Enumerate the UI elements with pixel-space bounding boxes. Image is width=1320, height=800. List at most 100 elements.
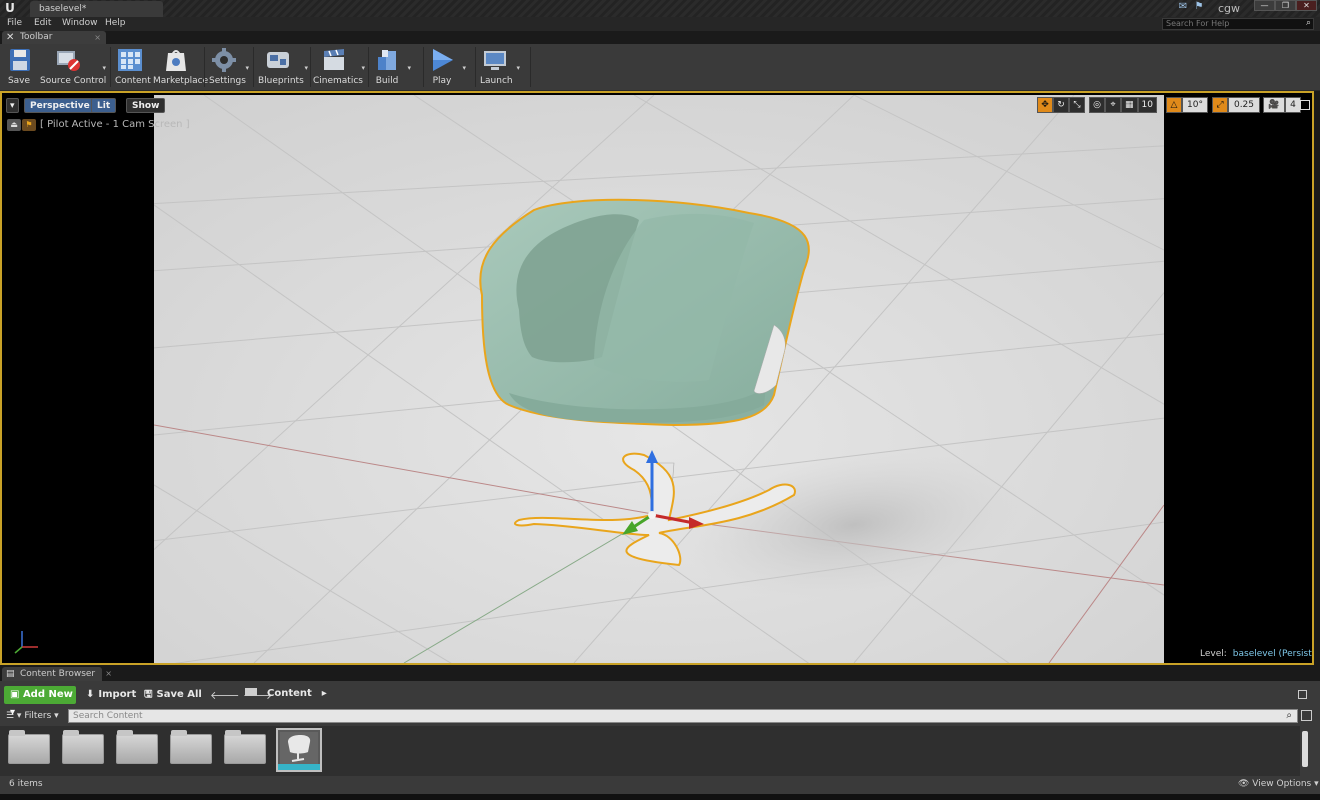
content-browser-tab-label: Content Browser (20, 669, 96, 679)
view-toggle-icon[interactable] (1301, 710, 1312, 721)
menu-help[interactable]: Help (105, 17, 126, 30)
toolbar-tab-label: Toolbar (20, 32, 53, 42)
scale-snap-value[interactable]: 0.25 (1228, 97, 1260, 113)
eye-icon: 👁 (1238, 779, 1253, 789)
level-viewport[interactable]: ▾ Perspective Lit Show ⏏ ⚑ [ Pilot Activ… (0, 91, 1314, 665)
toolbar-separator (253, 47, 254, 87)
launch-button[interactable]: Launch ▾ (480, 47, 520, 89)
folder-item[interactable] (168, 728, 214, 772)
back-arrow-icon[interactable]: 🡐 (210, 689, 240, 702)
restore-button[interactable]: ❐ (1275, 0, 1296, 11)
view-options-button[interactable]: 👁 View Options ▾ (1238, 779, 1319, 789)
save-label: Save (7, 76, 31, 86)
chevron-down-icon[interactable]: ▾ (407, 64, 411, 72)
lock-icon[interactable] (1298, 690, 1307, 699)
lit-label: Lit (97, 101, 111, 111)
menu-edit[interactable]: Edit (34, 17, 51, 30)
chevron-down-icon[interactable]: ▾ (462, 64, 466, 72)
axis-indicator-icon (14, 631, 38, 654)
pilot-status: [ Pilot Active - 1 Cam Screen ] (40, 119, 190, 130)
menu-window[interactable]: Window (62, 17, 98, 30)
camera-speed-value[interactable]: 4 (1285, 97, 1301, 113)
filters-button[interactable]: ☰ ▾ Filters ▾ (6, 708, 59, 724)
eject-pilot-icon[interactable]: ⏏ (7, 119, 21, 131)
chair-mesh-asset[interactable] (276, 728, 322, 772)
scene-render[interactable] (154, 95, 1164, 663)
viewport-options-button[interactable]: ▾ (6, 98, 19, 113)
folder-item[interactable] (114, 728, 160, 772)
lock-camera-icon[interactable]: ⚑ (22, 119, 36, 131)
rotation-snap: △ 10° (1166, 97, 1208, 113)
lit-button[interactable]: Lit (91, 98, 117, 113)
search-content-input[interactable]: Search Content ⌕ (68, 709, 1298, 723)
rotate-mode-icon[interactable]: ↻ (1053, 97, 1069, 113)
surface-snap-icon[interactable]: ⌖ (1105, 97, 1121, 113)
source-control-button[interactable]: Source Control ▾ (40, 47, 106, 89)
letterbox-right (1164, 93, 1312, 663)
toolbar-tab[interactable]: ✕ Toolbar × (2, 31, 106, 44)
content-browser-tab[interactable]: ▤ Content Browser × (2, 667, 112, 681)
grid-snap-value[interactable]: 10 (1137, 97, 1157, 113)
folder-icon (8, 730, 50, 764)
snap-tools: ◎ ⌖ ▦ 10 (1089, 97, 1157, 113)
folder-item[interactable] (60, 728, 106, 772)
scale-snap-icon[interactable]: ⤢ (1212, 97, 1228, 113)
close-button[interactable]: ✕ (1296, 0, 1317, 11)
add-new-button[interactable]: ▣ Add New ▾ (4, 686, 76, 718)
play-button[interactable]: Play ▾ (428, 47, 466, 89)
world-local-icon[interactable]: ◎ (1089, 97, 1105, 113)
chevron-down-icon[interactable]: ▾ (516, 64, 520, 72)
transform-tools: ✥ ↻ ⤡ (1037, 97, 1085, 113)
translate-mode-icon[interactable]: ✥ (1037, 97, 1053, 113)
perspective-button[interactable]: Perspective (24, 98, 96, 113)
save-button[interactable]: Save (6, 47, 32, 89)
marketplace-icon (166, 50, 186, 71)
filter-row: ☰ ▾ Filters ▾ Search Content ⌕ (0, 708, 1320, 724)
scale-mode-icon[interactable]: ⤡ (1069, 97, 1085, 113)
show-button[interactable]: Show (126, 98, 166, 113)
viewport-scene[interactable] (154, 95, 1164, 663)
search-icon[interactable]: ⌕ (1286, 710, 1292, 722)
menu-file[interactable]: File (7, 17, 22, 30)
save-all-button[interactable]: 🖫 Save All (144, 688, 202, 702)
breadcrumb-content[interactable]: Content (267, 688, 312, 699)
asset-scrollbar[interactable] (1302, 731, 1308, 767)
chevron-down-icon[interactable]: ▾ (304, 64, 308, 72)
play-label: Play (432, 76, 452, 86)
marketplace-button[interactable]: Marketplace (153, 47, 208, 89)
settings-button[interactable]: Settings ▾ (209, 47, 249, 89)
folder-item[interactable] (222, 728, 268, 772)
blueprints-button[interactable]: Blueprints ▾ (258, 47, 308, 89)
notification-icon[interactable]: ✉ (1177, 1, 1189, 13)
chair-thumbnail (280, 732, 318, 765)
perspective-label: Perspective (30, 101, 90, 111)
unreal-logo-icon[interactable]: U (2, 1, 18, 16)
minimize-button[interactable]: — (1254, 0, 1275, 11)
maximize-viewport-icon[interactable] (1300, 100, 1310, 110)
build-button[interactable]: Build ▾ (373, 47, 411, 89)
cinematics-button[interactable]: Cinematics ▾ (313, 47, 365, 89)
close-tab-icon[interactable]: × (105, 667, 112, 681)
grid-snap-icon[interactable]: ▦ (1121, 97, 1138, 113)
content-button[interactable]: Content (115, 47, 151, 89)
folder-item[interactable] (6, 728, 52, 772)
help-search-input[interactable]: Search For Help ⌕ (1162, 18, 1314, 30)
camera-speed-icon[interactable]: 🎥 (1263, 97, 1285, 113)
level-name[interactable]: baselevel (Persistent) (1233, 649, 1312, 659)
import-button[interactable]: ⬇ Import (86, 688, 136, 702)
breadcrumb-arrow-icon[interactable]: ▸ (322, 688, 327, 699)
folder-icon (170, 730, 212, 764)
search-icon[interactable]: ⌕ (1306, 18, 1311, 28)
content-browser: ▣ Add New ▾ ⬇ Import 🖫 Save All 🡐 🡒 Conten… (0, 681, 1320, 800)
folder-icon[interactable] (245, 688, 257, 696)
level-document-tab[interactable]: baselevel* (30, 1, 163, 17)
feedback-icon[interactable]: ⚑ (1193, 1, 1205, 13)
rotation-snap-icon[interactable]: △ (1166, 97, 1182, 113)
chair-seat[interactable] (479, 198, 810, 427)
build-icon (378, 50, 396, 70)
chevron-down-icon[interactable]: ▾ (245, 64, 249, 72)
rotation-snap-value[interactable]: 10° (1182, 97, 1208, 113)
close-tab-icon[interactable]: × (94, 31, 101, 44)
chevron-down-icon[interactable]: ▾ (102, 64, 106, 72)
chevron-down-icon[interactable]: ▾ (361, 64, 365, 72)
